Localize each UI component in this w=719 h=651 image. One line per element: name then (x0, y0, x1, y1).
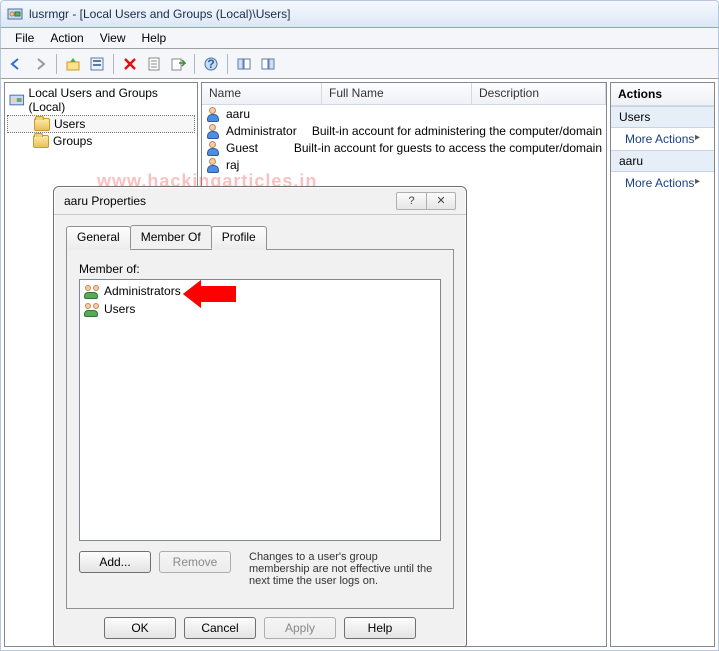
more-actions-aaru[interactable]: More Actions (611, 172, 714, 194)
add-button[interactable]: Add... (79, 551, 151, 573)
ok-button[interactable]: OK (104, 617, 176, 639)
actions-title: Actions (611, 83, 714, 106)
app-icon (7, 6, 23, 22)
remove-button[interactable]: Remove (159, 551, 231, 573)
tab-profile[interactable]: Profile (211, 226, 267, 250)
menubar: File Action View Help (0, 28, 719, 49)
show-hide-actions-button[interactable] (257, 53, 279, 75)
forward-button[interactable] (29, 53, 51, 75)
menu-action[interactable]: Action (42, 29, 91, 47)
window-title: lusrmgr - [Local Users and Groups (Local… (29, 7, 290, 21)
refresh-button[interactable] (143, 53, 165, 75)
back-button[interactable] (5, 53, 27, 75)
actions-group-aaru: aaru (611, 150, 714, 172)
menu-view[interactable]: View (92, 29, 134, 47)
tabstrip: General Member Of Profile (66, 225, 454, 249)
dialog-help-button[interactable]: ? (396, 192, 426, 210)
user-icon (206, 106, 222, 122)
menu-help[interactable]: Help (134, 29, 175, 47)
menu-file[interactable]: File (7, 29, 42, 47)
list-row[interactable]: Guest Built-in account for guests to acce… (202, 139, 606, 156)
tree-users-label: Users (54, 117, 85, 131)
actions-pane: Actions Users More Actions aaru More Act… (610, 82, 715, 647)
tree-item-groups[interactable]: Groups (7, 133, 195, 149)
up-button[interactable] (62, 53, 84, 75)
folder-icon (33, 135, 49, 148)
dialog-titlebar[interactable]: aaru Properties ? ✕ (54, 187, 466, 215)
window-titlebar: lusrmgr - [Local Users and Groups (Local… (0, 0, 719, 28)
dialog-close-button[interactable]: ✕ (426, 192, 456, 210)
delete-button[interactable] (119, 53, 141, 75)
tab-page-memberof: Member of: Administrators Users Add... Re… (66, 249, 454, 609)
user-description: Built-in account for administering the c… (312, 124, 602, 138)
group-icon (84, 283, 100, 299)
dialog-title: aaru Properties (64, 194, 146, 208)
member-item[interactable]: Users (82, 300, 438, 318)
user-icon (206, 140, 222, 156)
tree-groups-label: Groups (53, 134, 92, 148)
list-row[interactable]: aaru (202, 105, 606, 122)
user-icon (206, 157, 222, 173)
list-row[interactable]: Administrator Built-in account for admini… (202, 122, 606, 139)
tree-root-label: Local Users and Groups (Local) (29, 86, 193, 114)
folder-icon (34, 118, 50, 131)
member-item[interactable]: Administrators (82, 282, 438, 300)
user-description: Built-in account for guests to access th… (294, 141, 602, 155)
show-hide-tree-button[interactable] (233, 53, 255, 75)
tab-memberof[interactable]: Member Of (130, 225, 212, 249)
list-header: Name Full Name Description (202, 83, 606, 105)
snapin-icon (9, 92, 25, 108)
membership-note: Changes to a user's group membership are… (249, 551, 441, 587)
user-name: aaru (226, 107, 250, 121)
tab-general[interactable]: General (66, 226, 131, 250)
user-name: Administrator (226, 124, 297, 138)
cancel-button[interactable]: Cancel (184, 617, 256, 639)
properties-dialog: aaru Properties ? ✕ General Member Of Pr… (53, 186, 467, 647)
list-row[interactable]: raj (202, 156, 606, 173)
member-name: Administrators (104, 284, 181, 298)
apply-button[interactable]: Apply (264, 617, 336, 639)
export-button[interactable] (167, 53, 189, 75)
col-fullname[interactable]: Full Name (322, 83, 472, 104)
user-name: Guest (226, 141, 258, 155)
more-actions-users[interactable]: More Actions (611, 128, 714, 150)
member-list[interactable]: Administrators Users (79, 279, 441, 541)
toolbar: ? (0, 49, 719, 79)
svg-text:?: ? (207, 57, 214, 71)
memberof-label: Member of: (79, 262, 441, 276)
user-icon (206, 123, 222, 139)
properties-button[interactable] (86, 53, 108, 75)
group-icon (84, 301, 100, 317)
help-button[interactable]: ? (200, 53, 222, 75)
member-name: Users (104, 302, 135, 316)
tree-root[interactable]: Local Users and Groups (Local) (7, 85, 195, 115)
tree-item-users[interactable]: Users (7, 115, 195, 133)
actions-group-users: Users (611, 106, 714, 128)
col-description[interactable]: Description (472, 83, 606, 104)
col-name[interactable]: Name (202, 83, 322, 104)
user-name: raj (226, 158, 239, 172)
help-button[interactable]: Help (344, 617, 416, 639)
